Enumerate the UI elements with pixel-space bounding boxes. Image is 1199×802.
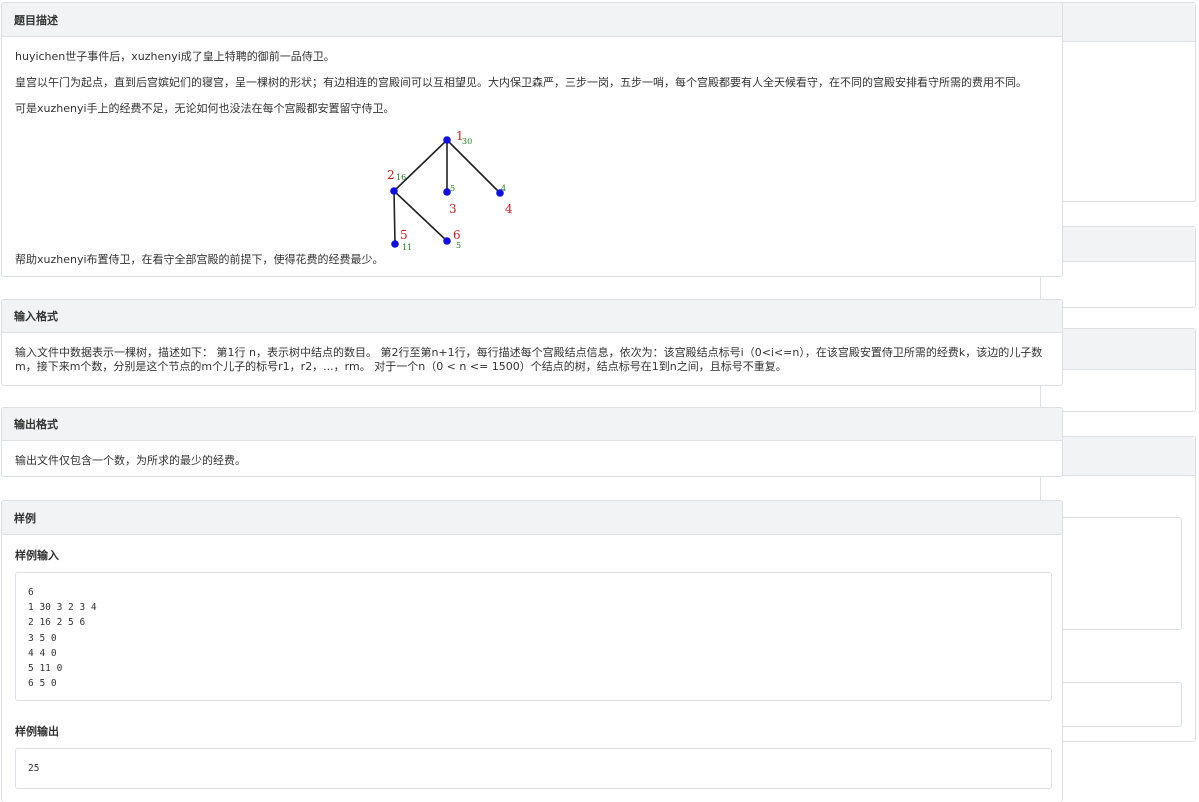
tree-node-1-cost: 30: [462, 137, 472, 146]
sample-input-box[interactable]: 6 1 30 3 2 3 4 2 16 2 5 6 3 5 0 4 4 0 5 …: [15, 572, 1052, 701]
input-format-header: 输入格式: [2, 300, 1062, 333]
background-box-a: [1050, 517, 1182, 630]
sample-title: 样例: [14, 511, 36, 525]
output-format-section: 输出格式 输出文件仅包含一个数，为所求的最少的经费。: [1, 407, 1063, 477]
tree-figure: 1 2 3 4 5 6 30 16 5 4 11 5: [387, 129, 513, 252]
sample-input-line: 4 4 0: [28, 647, 57, 659]
output-format-title: 输出格式: [14, 418, 58, 431]
tree-node-2: [390, 187, 398, 195]
output-format-header: 输出格式: [2, 408, 1062, 441]
sample-input-line: 3 5 0: [28, 632, 57, 644]
sample-output-box[interactable]: 25: [15, 748, 1052, 789]
tree-node-6: [443, 237, 451, 245]
description-title: 题目描述: [14, 13, 58, 27]
tree-node-5-id: 5: [400, 228, 408, 242]
tree-node-4-id: 4: [505, 202, 513, 216]
description-paragraph-3: 可是xuzhenyi手上的经费不足，无论如何也没法在每个宫殿都安置留守侍卫。: [15, 102, 395, 115]
input-format-line-2: m，接下来m个数，分别是这个节点的m个儿子的标号r1，r2，...，rm。 对于…: [15, 360, 787, 373]
tree-node-1: [443, 136, 451, 144]
background-panel-2: [1040, 226, 1196, 308]
background-box-b: [1050, 682, 1182, 727]
tree-node-6-cost: 5: [456, 241, 461, 250]
tree-node-3-id: 3: [449, 202, 457, 216]
sample-input-line: 2 16 2 5 6: [28, 617, 86, 629]
description-paragraph-4: 帮助xuzhenyi布置侍卫，在看守全部宫殿的前提下，使得花费的经费最少。: [15, 253, 384, 266]
tree-node-5-cost: 11: [402, 243, 412, 252]
sample-input-title: 样例输入: [15, 549, 59, 562]
sample-header: 样例: [2, 501, 1062, 535]
output-format-text: 输出文件仅包含一个数，为所求的最少的经费。: [15, 454, 246, 467]
sample-section: 样例 样例输入 6 1 30 3 2 3 4 2 16 2 5 6 3 5 0 …: [1, 500, 1063, 802]
sample-input-line: 5 11 0: [28, 663, 63, 675]
input-format-section: 输入格式 输入文件中数据表示一棵树，描述如下： 第1行 n，表示树中结点的数目。…: [1, 299, 1063, 386]
description-paragraph-1: huyichen世子事件后，xuzhenyi成了皇上特聘的御前一品侍卫。: [15, 50, 335, 63]
description-header: 题目描述: [2, 3, 1062, 37]
background-panel-3: [1040, 328, 1196, 412]
sample-input-line: 6 5 0: [28, 678, 57, 690]
tree-node-2-cost: 16: [396, 173, 406, 182]
tree-node-2-id: 2: [387, 168, 395, 182]
tree-node-4-cost: 4: [501, 184, 506, 193]
tree-node-6-id: 6: [453, 228, 461, 242]
background-panel-1: [1040, 2, 1196, 202]
sample-input-code: 6 1 30 3 2 3 4 2 16 2 5 6 3 5 0 4 4 0 5 …: [28, 585, 1039, 691]
input-format-line-1: 输入文件中数据表示一棵树，描述如下： 第1行 n，表示树中结点的数目。 第2行至…: [15, 346, 1043, 359]
sample-input-line: 1 30 3 2 3 4: [28, 602, 97, 614]
tree-node-3-cost: 5: [450, 184, 455, 193]
sample-output-title: 样例输出: [15, 725, 59, 738]
sample-input-line: 6: [28, 587, 34, 598]
tree-node-5: [391, 240, 399, 248]
input-format-title: 输入格式: [14, 310, 58, 323]
description-paragraph-2: 皇宫以午门为起点，直到后宫嫔妃们的寝宫，呈一棵树的形状；有边相连的宫殿间可以互相…: [15, 76, 1027, 89]
description-section: 题目描述 huyichen世子事件后，xuzhenyi成了皇上特聘的御前一品侍卫…: [1, 2, 1063, 277]
sample-output-code: 25: [28, 763, 40, 774]
